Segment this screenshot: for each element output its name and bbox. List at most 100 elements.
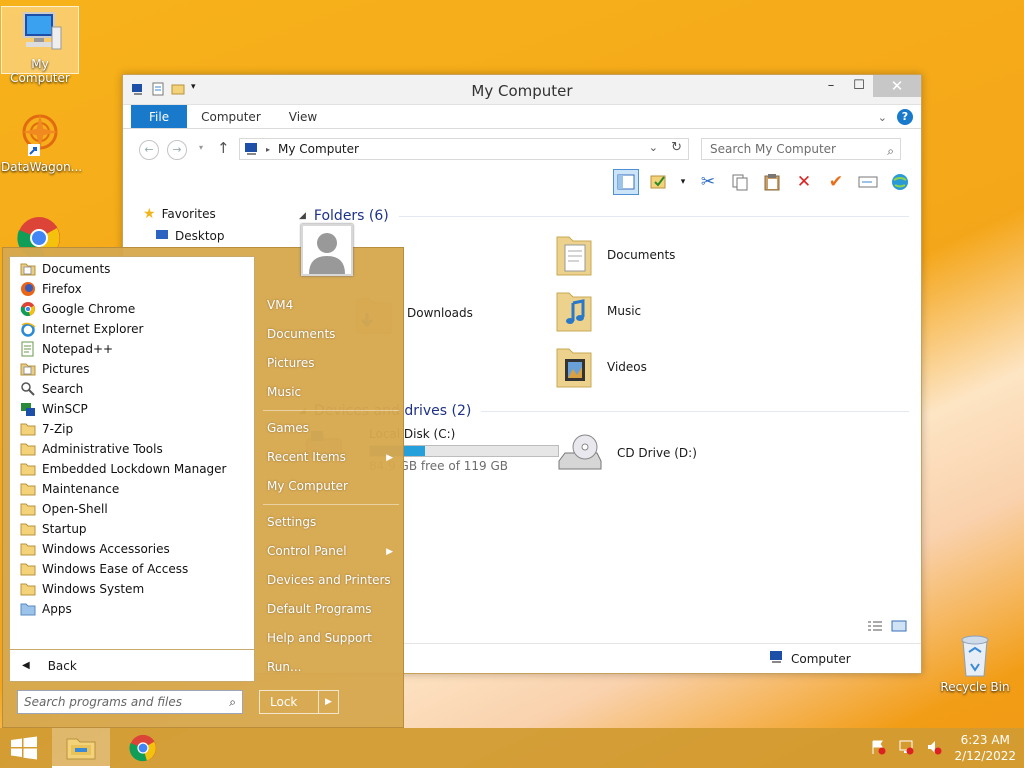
- program-item[interactable]: Windows Accessories: [10, 539, 254, 559]
- taskbar-chrome[interactable]: [114, 728, 172, 768]
- close-button[interactable]: ✕: [873, 75, 921, 97]
- expand-ribbon-icon[interactable]: ⌄: [878, 111, 887, 124]
- program-item[interactable]: Startup: [10, 519, 254, 539]
- folder-documents[interactable]: Documents: [555, 233, 675, 277]
- delete-icon[interactable]: ✕: [791, 169, 817, 195]
- address-dropdown-icon[interactable]: ⌄: [649, 141, 658, 154]
- program-item[interactable]: Pictures: [10, 359, 254, 379]
- folder-icon: [20, 481, 36, 497]
- network-icon[interactable]: [898, 739, 914, 758]
- programs-list: Documents Firefox Google Chrome Internet Ex…: [9, 256, 255, 650]
- default-programs-link[interactable]: Default Programs: [267, 602, 372, 616]
- recent-items-arrow-icon: ▶: [386, 453, 393, 463]
- program-item[interactable]: 7-Zip: [10, 419, 254, 439]
- nav-desktop-label: Desktop: [175, 229, 225, 243]
- cut-icon[interactable]: ✂: [695, 169, 721, 195]
- navigation-pane-button[interactable]: [613, 169, 639, 195]
- program-item[interactable]: Firefox: [10, 279, 254, 299]
- folder-icon: [20, 461, 36, 477]
- minimize-button[interactable]: –: [817, 75, 845, 97]
- computer-icon: [16, 7, 64, 55]
- pictures-link[interactable]: Pictures: [267, 356, 315, 370]
- tab-file[interactable]: File: [131, 105, 188, 128]
- start-search-input[interactable]: Search programs and files ⌕: [17, 690, 243, 714]
- run-link[interactable]: Run...: [267, 660, 301, 674]
- program-item[interactable]: WinSCP: [10, 399, 254, 419]
- my-computer-link[interactable]: My Computer: [267, 479, 348, 493]
- desktop-icon-label: My Computer: [10, 57, 70, 85]
- rename-icon[interactable]: [855, 169, 881, 195]
- desktop-icon-datawagon[interactable]: DataWagon...: [1, 110, 82, 174]
- program-item[interactable]: Windows Ease of Access: [10, 559, 254, 579]
- folders-group-header[interactable]: ◢ Folders (6): [299, 205, 909, 227]
- settings-link[interactable]: Settings: [267, 515, 316, 529]
- start-menu[interactable]: Documents Firefox Google Chrome Internet Ex…: [2, 224, 404, 728]
- videos-folder-icon: [555, 345, 593, 389]
- drive-d[interactable]: CD Drive (D:): [557, 431, 697, 475]
- help-support-link[interactable]: Help and Support: [267, 631, 372, 645]
- back-button[interactable]: ◀ Back: [9, 650, 255, 682]
- maximize-button[interactable]: ☐: [845, 75, 873, 97]
- shutdown-options-arrow-icon[interactable]: ▶: [318, 691, 338, 713]
- breadcrumb-chevron-icon[interactable]: ▸: [266, 145, 270, 154]
- games-link[interactable]: Games: [267, 421, 309, 435]
- notepad-icon: [20, 341, 36, 357]
- documents-link[interactable]: Documents: [267, 327, 335, 341]
- up-arrow-icon[interactable]: ↑: [217, 139, 230, 157]
- action-center-flag-icon[interactable]: [870, 739, 886, 758]
- desktop-icon-my-computer[interactable]: My Computer: [1, 6, 79, 85]
- program-item[interactable]: Administrative Tools: [10, 439, 254, 459]
- folder-icon: [20, 541, 36, 557]
- details-view-icon[interactable]: [867, 620, 883, 635]
- folder-icon: [20, 561, 36, 577]
- program-item[interactable]: Open-Shell: [10, 499, 254, 519]
- program-item[interactable]: Documents: [10, 259, 254, 279]
- forward-arrow-icon[interactable]: →: [167, 140, 187, 160]
- recent-items-link[interactable]: Recent Items: [267, 450, 346, 464]
- properties-dropdown-icon[interactable]: ▾: [677, 169, 689, 195]
- computer-small-icon: [244, 142, 260, 156]
- large-icons-view-icon[interactable]: [891, 620, 907, 635]
- tab-view[interactable]: View: [275, 105, 331, 128]
- program-item[interactable]: Google Chrome: [10, 299, 254, 319]
- title-bar[interactable]: ▾ My Computer – ☐ ✕: [123, 75, 921, 105]
- winscp-icon: [20, 401, 36, 417]
- program-label: Embedded Lockdown Manager: [42, 462, 227, 476]
- folder-icon: [20, 441, 36, 457]
- program-item[interactable]: Windows System: [10, 579, 254, 599]
- start-button[interactable]: [10, 736, 38, 760]
- nav-desktop[interactable]: Desktop: [143, 225, 283, 247]
- back-arrow-icon[interactable]: ←: [139, 140, 159, 160]
- paste-icon[interactable]: [759, 169, 785, 195]
- help-icon[interactable]: ?: [897, 109, 913, 125]
- program-item[interactable]: Internet Explorer: [10, 319, 254, 339]
- clock[interactable]: 6:23 AM 2/12/2022: [954, 732, 1016, 764]
- program-item[interactable]: Notepad++: [10, 339, 254, 359]
- taskbar-file-explorer[interactable]: [52, 728, 110, 768]
- music-link[interactable]: Music: [267, 385, 301, 399]
- program-item[interactable]: Search: [10, 379, 254, 399]
- volume-muted-icon[interactable]: [926, 739, 942, 758]
- search-input[interactable]: Search My Computer ⌕: [701, 138, 901, 160]
- properties-button[interactable]: [645, 169, 671, 195]
- program-label: Open-Shell: [42, 502, 108, 516]
- recent-locations-chevron-icon[interactable]: ▾: [199, 143, 203, 152]
- program-item[interactable]: Embedded Lockdown Manager: [10, 459, 254, 479]
- copy-icon[interactable]: [727, 169, 753, 195]
- address-bar[interactable]: ▸ My Computer ⌄ ↻: [239, 138, 689, 160]
- select-check-icon[interactable]: ✔: [823, 169, 849, 195]
- program-item[interactable]: Apps: [10, 599, 254, 619]
- folder-music[interactable]: Music: [555, 289, 641, 333]
- network-globe-icon[interactable]: [887, 169, 913, 195]
- nav-favorites[interactable]: ★ Favorites: [143, 203, 283, 225]
- folder-videos[interactable]: Videos: [555, 345, 647, 389]
- tab-computer[interactable]: Computer: [187, 105, 275, 128]
- lock-button[interactable]: Lock ▶: [259, 690, 339, 714]
- devices-printers-link[interactable]: Devices and Printers: [267, 573, 391, 587]
- desktop-icon-recycle-bin[interactable]: Recycle Bin: [936, 630, 1014, 694]
- control-panel-link[interactable]: Control Panel: [267, 544, 347, 558]
- user-name-link[interactable]: VM4: [267, 298, 293, 312]
- user-avatar[interactable]: [301, 224, 353, 276]
- refresh-icon[interactable]: ↻: [671, 140, 682, 155]
- program-item[interactable]: Maintenance: [10, 479, 254, 499]
